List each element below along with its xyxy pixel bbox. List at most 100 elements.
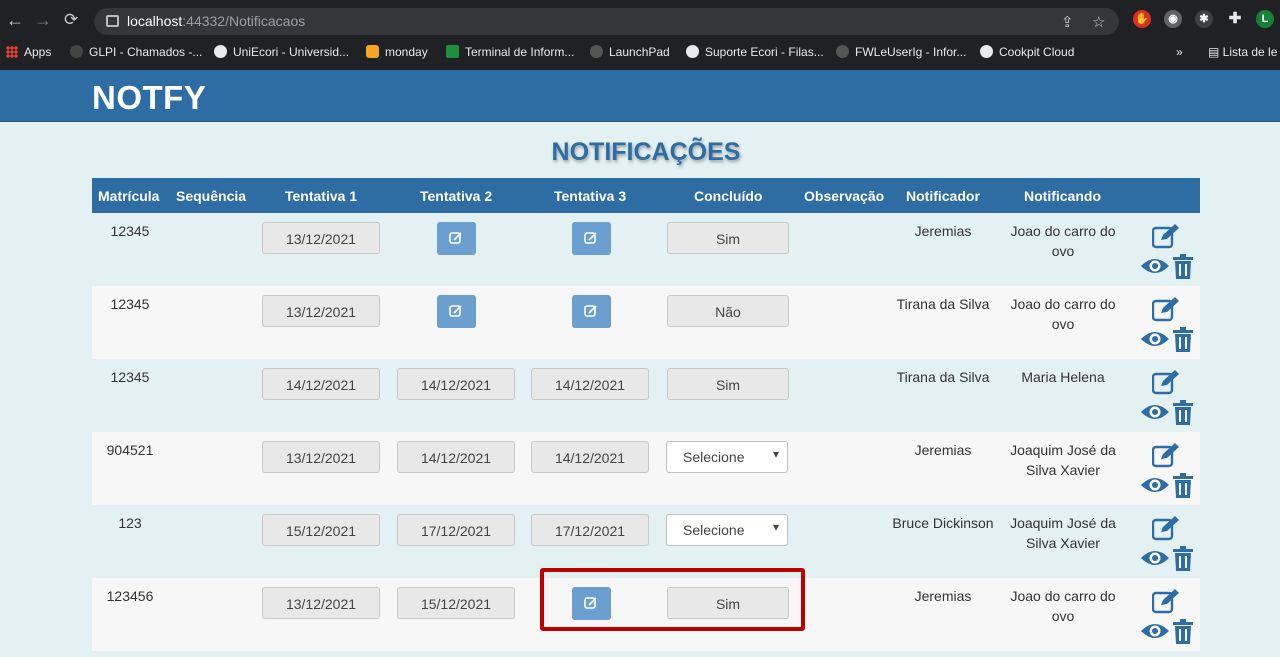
tentativa-3-edit-button[interactable] bbox=[572, 295, 611, 328]
bookmarks-overflow[interactable]: » bbox=[1176, 45, 1183, 59]
tentativa-2-field[interactable]: 14/12/2021 bbox=[397, 368, 515, 400]
header-tentativa-3: Tentativa 3 bbox=[554, 188, 627, 204]
cell-notificando: Joao do carro do ovo bbox=[1010, 223, 1116, 259]
cell-notificando: Joaquim José da Silva Xavier bbox=[1010, 515, 1116, 551]
tentativa-2-edit-button[interactable] bbox=[437, 222, 476, 255]
tentativa-1-field[interactable]: 15/12/2021 bbox=[262, 514, 380, 546]
tentativa-1-field[interactable]: 13/12/2021 bbox=[262, 222, 380, 254]
header-concluido: Concluído bbox=[694, 188, 763, 204]
address-bar[interactable]: localhost:44332/Notificacaos ⇪ ☆ bbox=[94, 8, 1119, 35]
tentativa-1-field[interactable]: 14/12/2021 bbox=[262, 368, 380, 400]
tentativa-2-field[interactable]: 17/12/2021 bbox=[397, 514, 515, 546]
tentativa-1-field[interactable]: 13/12/2021 bbox=[262, 295, 380, 327]
view-icon[interactable] bbox=[1140, 621, 1170, 641]
view-icon[interactable] bbox=[1140, 402, 1170, 422]
cell-notificador: Jeremias bbox=[914, 588, 972, 604]
tentativa-1-field[interactable]: 13/12/2021 bbox=[262, 587, 380, 619]
brand-logo[interactable]: NOTFY bbox=[92, 79, 206, 117]
bookmark-monday[interactable]: monday bbox=[366, 45, 428, 59]
share-icon[interactable]: ⇪ bbox=[1061, 13, 1074, 31]
profile-avatar[interactable]: L bbox=[1256, 10, 1274, 28]
tentativa-3-field[interactable]: 17/12/2021 bbox=[531, 514, 649, 546]
tentativa-1-field[interactable]: 13/12/2021 bbox=[262, 441, 380, 473]
bookmark-terminal[interactable]: Terminal de Inform... bbox=[446, 45, 574, 59]
browser-nav-row: ← → ⟳ localhost:44332/Notificacaos ⇪ ☆ ✋… bbox=[0, 0, 1280, 42]
monday-icon bbox=[366, 45, 379, 58]
edit-row-icon[interactable] bbox=[1152, 588, 1182, 614]
tentativa-3-field[interactable]: 14/12/2021 bbox=[531, 368, 649, 400]
trash-icon[interactable] bbox=[1172, 254, 1194, 280]
concluido-select[interactable]: Selecione ▾ bbox=[666, 441, 788, 473]
reading-list-icon: ▤ bbox=[1208, 45, 1223, 59]
tentativa-3-field[interactable]: 14/12/2021 bbox=[531, 441, 649, 473]
cell-matricula: 12345 bbox=[110, 296, 150, 312]
view-icon[interactable] bbox=[1140, 475, 1170, 495]
extension-tool-icon[interactable]: ✱ bbox=[1195, 10, 1213, 28]
cell-notificador: Jeremias bbox=[914, 442, 972, 458]
tentativa-2-edit-button[interactable] bbox=[437, 295, 476, 328]
chevron-down-icon: ▾ bbox=[772, 447, 779, 461]
star-icon[interactable]: ☆ bbox=[1092, 13, 1105, 31]
edit-row-icon[interactable] bbox=[1152, 296, 1182, 322]
edit-icon bbox=[584, 305, 597, 317]
globe-icon bbox=[980, 45, 993, 58]
bookmark-fwleuserig[interactable]: FWLeUserIg - Infor... bbox=[836, 45, 966, 59]
trash-icon[interactable] bbox=[1172, 327, 1194, 353]
table-row: 12345 14/12/2021 14/12/2021 14/12/2021 S… bbox=[92, 359, 1200, 432]
cell-matricula: 12345 bbox=[110, 223, 150, 239]
tentativa-2-field[interactable]: 15/12/2021 bbox=[397, 587, 515, 619]
tentativa-3-edit-button[interactable] bbox=[572, 222, 611, 255]
back-icon[interactable]: ← bbox=[6, 9, 24, 31]
bookmark-apps[interactable]: Apps bbox=[6, 45, 51, 59]
apps-grid-icon bbox=[6, 46, 18, 58]
concluido-field[interactable]: Sim bbox=[667, 368, 789, 400]
extension-chat-icon[interactable]: ◉ bbox=[1164, 10, 1182, 28]
concluido-field[interactable]: Sim bbox=[667, 222, 789, 254]
cell-notificando: Joao do carro do ovo bbox=[1010, 588, 1116, 624]
reading-list[interactable]: ▤ Lista de le bbox=[1208, 45, 1277, 59]
bookmark-uniecori[interactable]: UniEcori - Universid... bbox=[214, 45, 349, 59]
cell-notificador: Bruce Dickinson bbox=[892, 515, 994, 531]
app-navbar: NOTFY bbox=[0, 70, 1280, 122]
cell-matricula: 123 bbox=[118, 515, 142, 531]
edit-row-icon[interactable] bbox=[1152, 515, 1182, 541]
chevron-down-icon: ▾ bbox=[772, 520, 779, 534]
header-sequencia: Sequência bbox=[176, 188, 247, 204]
concluido-select[interactable]: Selecione ▾ bbox=[666, 514, 788, 546]
trash-icon[interactable] bbox=[1172, 400, 1194, 426]
table-row: 12345 13/12/2021 Não Tirana da Silva Joa… bbox=[92, 286, 1200, 359]
view-icon[interactable] bbox=[1140, 329, 1170, 349]
view-icon[interactable] bbox=[1140, 548, 1170, 568]
bookmarks-bar: Apps GLPI - Chamados -... UniEcori - Uni… bbox=[0, 42, 1280, 66]
edit-row-icon[interactable] bbox=[1152, 442, 1182, 468]
extension-stop-icon[interactable]: ✋ bbox=[1133, 10, 1151, 28]
reload-icon[interactable]: ⟳ bbox=[64, 9, 78, 31]
table-header: Matrícula Sequência Tentativa 1 Tentativ… bbox=[92, 178, 1200, 213]
view-icon[interactable] bbox=[1140, 256, 1170, 276]
header-notificador: Notificador bbox=[906, 188, 980, 204]
header-notificando: Notificando bbox=[1024, 188, 1101, 204]
edit-icon bbox=[449, 305, 462, 317]
bookmark-launchpad[interactable]: LaunchPad bbox=[590, 45, 670, 59]
bookmark-glpi[interactable]: GLPI - Chamados -... bbox=[70, 45, 202, 59]
trash-icon[interactable] bbox=[1172, 473, 1194, 499]
annotation-highlight-box bbox=[540, 568, 805, 631]
cell-notificador: Jeremias bbox=[914, 223, 972, 239]
edit-row-icon[interactable] bbox=[1152, 223, 1182, 249]
edit-row-icon[interactable] bbox=[1152, 369, 1182, 395]
trash-icon[interactable] bbox=[1172, 546, 1194, 572]
globe-icon bbox=[686, 45, 699, 58]
table-row: 904521 13/12/2021 14/12/2021 14/12/2021 … bbox=[92, 432, 1200, 505]
launchpad-icon bbox=[590, 45, 603, 58]
tentativa-2-field[interactable]: 14/12/2021 bbox=[397, 441, 515, 473]
bookmark-suporte[interactable]: Suporte Ecori - Filas... bbox=[686, 45, 824, 59]
header-tentativa-2: Tentativa 2 bbox=[420, 188, 493, 204]
forward-icon[interactable]: → bbox=[34, 9, 52, 31]
cell-notificando: Joaquim José da Silva Xavier bbox=[1010, 442, 1116, 478]
edit-icon bbox=[449, 232, 462, 244]
concluido-field[interactable]: Não bbox=[667, 295, 789, 327]
puzzle-icon[interactable]: ✚ bbox=[1226, 10, 1244, 28]
terminal-icon bbox=[446, 45, 459, 58]
trash-icon[interactable] bbox=[1172, 619, 1194, 645]
bookmark-cookpit[interactable]: Cookpit Cloud bbox=[980, 45, 1074, 59]
